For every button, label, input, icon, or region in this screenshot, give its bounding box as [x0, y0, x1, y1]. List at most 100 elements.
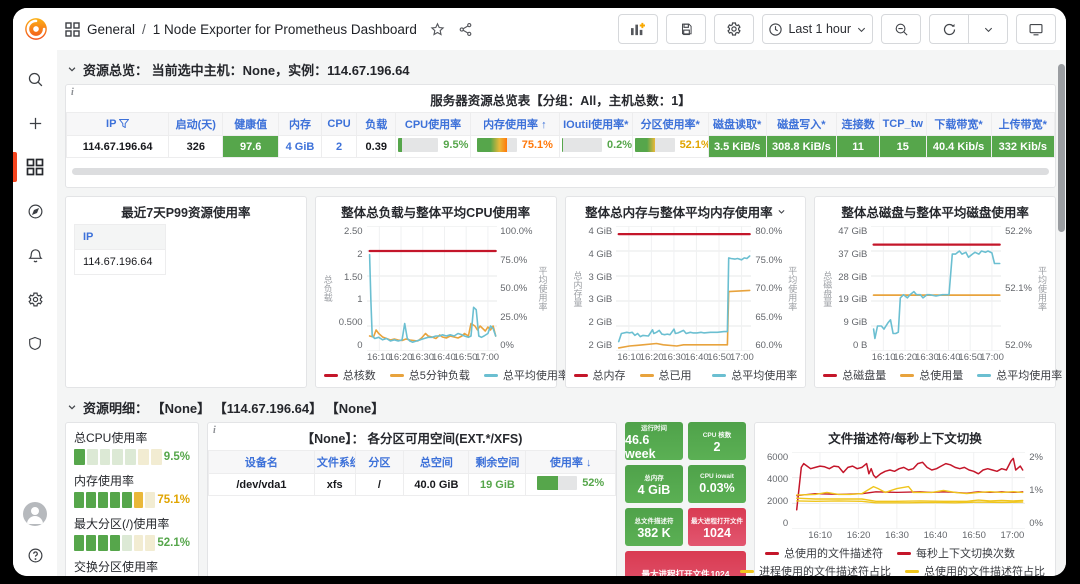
column-header[interactable]: 文件系统	[314, 451, 355, 474]
share-icon[interactable]	[458, 22, 473, 37]
chart-plot-area[interactable]	[792, 452, 1025, 529]
gauge-segment	[74, 492, 84, 508]
stat-tile-value: 0.03%	[699, 481, 734, 495]
grafana-logo[interactable]	[23, 16, 49, 42]
legend-item[interactable]: 总5分钟负载	[390, 367, 470, 383]
column-header[interactable]: 分区	[355, 451, 404, 474]
middle-panel-row: 最近7天P99资源使用率 IP 114.67.196.64 整体总负载与整体平均…	[65, 196, 1056, 388]
star-icon[interactable]	[430, 22, 445, 37]
legend-item[interactable]: 进程使用的文件描述符占比	[740, 563, 891, 576]
stat-tile[interactable]: 运行时间46.6 week	[625, 422, 683, 460]
column-header[interactable]: 设备名	[209, 451, 315, 474]
row-header-overview[interactable]: 资源总览： 当前选中主机：None，实例：114.67.196.64	[67, 58, 1056, 80]
legend-row: 总使用的文件描述符每秒上下文切换次数	[765, 545, 1045, 561]
add-panel-button[interactable]	[618, 14, 658, 44]
chart-plot-area[interactable]	[367, 226, 497, 351]
legend-item[interactable]: 总磁盘量	[823, 367, 886, 383]
legend-item[interactable]: 总平均使用率	[484, 367, 569, 383]
stat-tile[interactable]: CPU 核数2	[688, 422, 746, 460]
info-icon[interactable]: i	[213, 425, 216, 436]
tick-label: 70.0%	[755, 283, 782, 294]
dashboard-settings-button[interactable]	[714, 14, 754, 44]
column-header[interactable]: 启动(天)	[169, 113, 223, 136]
column-header[interactable]: 分区使用率*	[632, 113, 708, 136]
panel-title[interactable]: 整体总负载与整体平均CPU使用率	[322, 197, 550, 224]
gauge-label: 最大分区(/)使用率	[74, 515, 190, 532]
column-header[interactable]: 使用率 ↓	[526, 451, 616, 474]
legend-item[interactable]: 总使用量	[900, 367, 963, 383]
column-header[interactable]: 下载带宽*	[926, 113, 991, 136]
dashboards-nav-item[interactable]	[17, 150, 53, 184]
legend-item[interactable]: 总平均使用率	[712, 367, 797, 383]
help-button[interactable]	[17, 538, 53, 572]
column-header[interactable]: IP	[67, 113, 169, 136]
column-header[interactable]: 健康值	[223, 113, 279, 136]
column-header[interactable]: 剩余空间	[469, 451, 526, 474]
dashboard-content: 资源总览： 当前选中主机：None，实例：114.67.196.64 i 服务器…	[57, 50, 1066, 576]
y-axis-ticks-right: 52.2%52.1%52.0%	[1001, 226, 1036, 351]
table-cell: 75.1%	[470, 136, 559, 158]
search-button[interactable]	[17, 62, 53, 96]
explore-nav-item[interactable]	[17, 194, 53, 228]
cycle-view-mode-button[interactable]	[1016, 14, 1056, 44]
refresh-button[interactable]	[929, 14, 968, 44]
panel-title[interactable]: 【None】： 各分区可用空间(EXT.*/XFS)	[208, 423, 616, 450]
tick-label: 2000	[767, 496, 788, 507]
zoom-out-time-button[interactable]	[881, 14, 921, 44]
legend-item[interactable]: 总使用的文件描述符	[765, 545, 883, 561]
refresh-interval-dropdown[interactable]	[968, 14, 1008, 44]
legend-item[interactable]: 总内存	[574, 367, 626, 383]
breadcrumb-section[interactable]: General	[87, 22, 135, 37]
vertical-scrollbar[interactable]	[1058, 64, 1065, 232]
stat-tile[interactable]: 总文件描述符382 K	[625, 508, 683, 546]
panel-title[interactable]: 文件描述符/每秒上下文切换	[763, 423, 1047, 450]
column-header[interactable]: 连接数	[837, 113, 880, 136]
panel-title[interactable]: 服务器资源总览表【分组：All，主机总数：1】	[66, 85, 1055, 112]
tick-label: 75.0%	[500, 255, 527, 266]
stat-tile[interactable]: CPU iowait0.03%	[688, 465, 746, 503]
horizontal-scrollbar[interactable]	[72, 168, 1049, 175]
save-dashboard-button[interactable]	[666, 14, 706, 44]
panel-title[interactable]: 整体总磁盘与整体平均磁盘使用率	[821, 197, 1049, 224]
configuration-nav-item[interactable]	[17, 282, 53, 316]
row-header-detail[interactable]: 资源明细： 【None】 【114.67.196.64】 【None】	[67, 396, 1056, 418]
panel-menu-chevron-icon[interactable]	[777, 207, 786, 216]
gauge-segment	[122, 492, 132, 508]
column-header[interactable]: 负载	[357, 113, 396, 136]
column-header[interactable]: CPU	[321, 113, 356, 136]
column-header[interactable]: 磁盘读取*	[708, 113, 766, 136]
column-header[interactable]: 内存使用率 ↑	[470, 113, 559, 136]
column-header[interactable]: TCP_tw	[880, 113, 927, 136]
gauge-segment	[138, 449, 149, 465]
time-range-picker[interactable]: Last 1 hour	[762, 14, 873, 44]
column-header[interactable]: 上传带宽*	[991, 113, 1054, 136]
legend-item[interactable]: 总平均使用率	[977, 367, 1062, 383]
table-cell: 0.39	[357, 136, 396, 158]
info-icon[interactable]: i	[71, 87, 74, 98]
stat-tile[interactable]: 最大进程打开文件1024	[688, 508, 746, 546]
column-header[interactable]: 总空间	[404, 451, 469, 474]
stat-tile-wide[interactable]: 最大进程打开文件1024	[625, 551, 746, 576]
dashboard-title[interactable]: 1 Node Exporter for Prometheus Dashboard	[153, 22, 417, 37]
alerting-nav-item[interactable]	[17, 238, 53, 272]
column-header[interactable]: CPU使用率	[396, 113, 470, 136]
chart-plot-area[interactable]	[871, 226, 1001, 351]
legend-item[interactable]: 每秒上下文切换次数	[897, 545, 1015, 561]
legend-item[interactable]: 总已用	[640, 367, 692, 383]
chart-plot-area[interactable]	[616, 226, 751, 351]
legend-item[interactable]: 总核数	[324, 367, 376, 383]
stat-tile[interactable]: 总内存4 GiB	[625, 465, 683, 503]
column-header[interactable]: 内存	[279, 113, 322, 136]
server-admin-nav-item[interactable]	[17, 326, 53, 360]
tick-label: 75.0%	[755, 255, 782, 266]
column-header[interactable]: 磁盘写入*	[766, 113, 837, 136]
panel-title[interactable]: 最近7天P99资源使用率	[72, 197, 300, 224]
tick-label: 16:50	[707, 352, 731, 363]
panel-title[interactable]: 整体总内存与整体平均内存使用率	[572, 197, 800, 224]
user-avatar[interactable]	[23, 502, 47, 526]
column-header[interactable]: IP	[75, 225, 166, 250]
legend-item[interactable]: 总使用的文件描述符占比	[905, 563, 1045, 576]
breadcrumb: General / 1 Node Exporter for Prometheus…	[65, 22, 473, 37]
create-button[interactable]	[17, 106, 53, 140]
column-header[interactable]: IOutil使用率*	[560, 113, 633, 136]
